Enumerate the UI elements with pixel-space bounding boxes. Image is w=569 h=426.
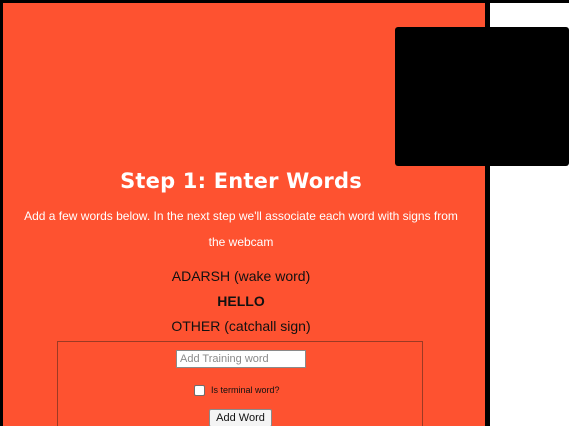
app-viewport: Step 1: Enter Words Add a few words belo… (0, 0, 569, 426)
add-word-form: Is terminal word? Add Word (57, 341, 423, 426)
webcam-preview (395, 27, 569, 166)
word-list: ADARSH (wake word) HELLO OTHER (catchall… (3, 265, 479, 340)
terminal-word-checkbox[interactable] (194, 384, 205, 396)
terminal-word-label: Is terminal word? (211, 385, 280, 395)
terminal-word-row: Is terminal word? (194, 383, 280, 397)
step-description: Add a few words below. In the next step … (24, 209, 458, 249)
word-item-other: OTHER (catchall sign) (171, 318, 311, 334)
add-word-button[interactable]: Add Word (209, 409, 272, 426)
step-title: Step 1: Enter Words (120, 169, 362, 193)
word-item-hello: HELLO (217, 293, 265, 309)
word-item-wake: ADARSH (wake word) (171, 268, 311, 284)
training-word-input[interactable] (176, 350, 306, 368)
